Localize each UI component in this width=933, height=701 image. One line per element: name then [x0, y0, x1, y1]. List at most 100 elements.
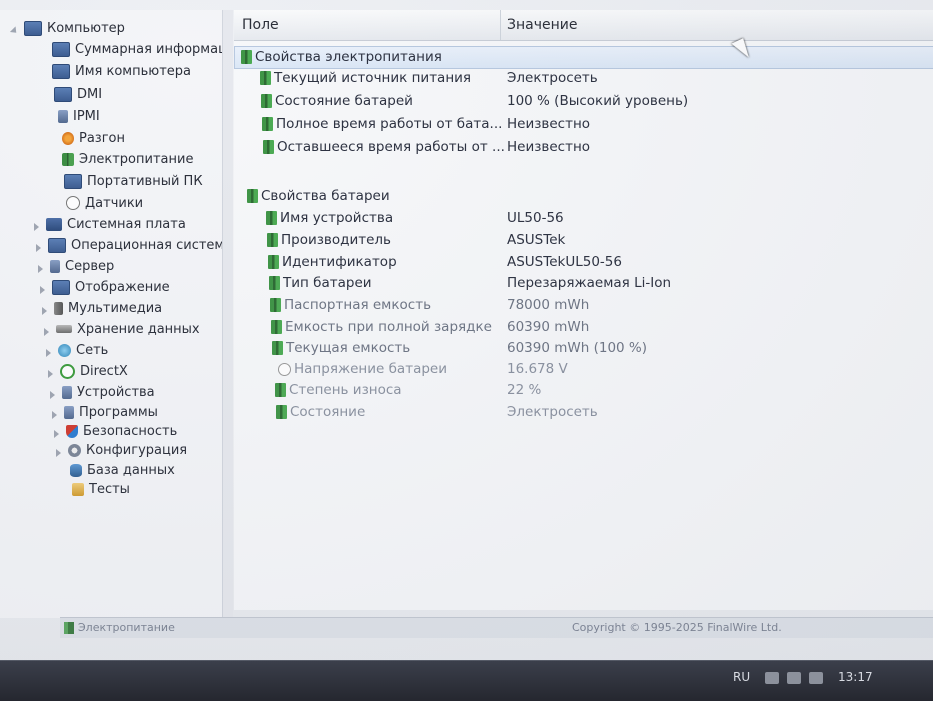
grid-row-design-capacity[interactable]: Паспортная емкость 78000 mWh	[234, 295, 933, 316]
grid-row-full-charge-capacity[interactable]: Емкость при полной зарядке 60390 mWh	[234, 317, 933, 338]
battery-icon	[269, 276, 280, 290]
monitor-icon	[54, 86, 72, 102]
database-icon	[70, 463, 82, 477]
grid-row-remaining-runtime[interactable]: Оставшееся время работы от ... Неизвестн…	[234, 137, 933, 158]
voltage-gauge-icon	[278, 362, 291, 376]
tree-item-portable-pc[interactable]: Портативный ПК	[64, 172, 203, 190]
tree-expand-icon[interactable]	[34, 223, 39, 231]
tree-expand-icon[interactable]	[40, 286, 45, 294]
storage-icon	[56, 325, 72, 333]
tree-item-directx[interactable]: DirectX	[60, 362, 128, 380]
navigation-tree: Компьютер Суммарная информац Имя компьют…	[0, 10, 233, 618]
grid-row-state[interactable]: Состояние Электросеть	[234, 402, 933, 423]
taskbar: RU 13:17	[0, 660, 933, 701]
pc-icon	[58, 109, 68, 123]
battery-icon	[241, 50, 252, 64]
battery-icon	[260, 71, 271, 85]
directx-icon	[60, 363, 75, 379]
grid-row-identifier[interactable]: Идентификатор ASUSTekUL50-56	[234, 252, 933, 273]
battery-icon	[266, 211, 277, 225]
grid-row-power-source[interactable]: Текущий источник питания Электросеть	[234, 68, 933, 89]
tree-expand-icon[interactable]	[44, 328, 49, 336]
tree-item-overclock[interactable]: Разгон	[62, 129, 125, 147]
security-icon	[66, 424, 78, 438]
tray-icon[interactable]	[765, 672, 779, 684]
tree-item-configuration[interactable]: Конфигурация	[68, 441, 187, 459]
column-header-value[interactable]: Значение	[507, 17, 577, 33]
tree-item-devices[interactable]: Устройства	[62, 383, 155, 401]
tree-expand-icon[interactable]	[54, 430, 59, 438]
grid-row-wear-level[interactable]: Степень износа 22 %	[234, 380, 933, 401]
tree-item-multimedia[interactable]: Мультимедиа	[54, 299, 162, 317]
battery-icon	[276, 405, 287, 419]
server-icon	[50, 259, 60, 273]
grid-row-manufacturer[interactable]: Производитель ASUSTek	[234, 230, 933, 251]
tree-expand-icon[interactable]	[50, 391, 55, 399]
tree-item-computer[interactable]: Компьютер	[24, 19, 125, 37]
status-bar: Электропитание Copyright © 1995-2025 Fin…	[60, 617, 933, 638]
tree-item-security[interactable]: Безопасность	[66, 422, 177, 440]
os-icon	[48, 237, 66, 253]
battery-icon	[62, 152, 74, 166]
tree-item-os[interactable]: Операционная система	[48, 236, 232, 254]
battery-icon	[268, 255, 279, 269]
overclock-icon	[62, 131, 74, 145]
column-divider[interactable]	[500, 10, 501, 40]
battery-icon	[263, 140, 274, 154]
tray-icon[interactable]	[809, 672, 823, 684]
tree-item-programs[interactable]: Программы	[64, 403, 158, 421]
app-window: Компьютер Суммарная информац Имя компьют…	[0, 0, 933, 660]
battery-icon	[247, 189, 258, 203]
tree-item-summary[interactable]: Суммарная информац	[52, 40, 227, 58]
clock[interactable]: 13:17	[838, 670, 873, 684]
grid-row-full-runtime[interactable]: Полное время работы от бата... Неизвестн…	[234, 114, 933, 135]
tree-expand-icon[interactable]	[42, 307, 47, 315]
tree-item-power[interactable]: Электропитание	[62, 150, 193, 168]
language-indicator[interactable]: RU	[733, 670, 750, 684]
battery-icon	[267, 233, 278, 247]
tree-item-dmi[interactable]: DMI	[54, 85, 102, 103]
tree-item-display[interactable]: Отображение	[52, 278, 170, 296]
tree-expand-icon[interactable]	[46, 349, 51, 357]
tree-item-storage[interactable]: Хранение данных	[56, 320, 200, 338]
grid-row-current-capacity[interactable]: Текущая емкость 60390 mWh (100 %)	[234, 338, 933, 359]
grid-row-power-properties[interactable]: Свойства электропитания	[234, 46, 933, 69]
tray-icon[interactable]	[787, 672, 801, 684]
multimedia-icon	[54, 301, 63, 315]
display-icon	[52, 279, 70, 295]
tree-item-motherboard[interactable]: Системная плата	[46, 215, 186, 233]
monitor-icon	[64, 173, 82, 189]
column-header-field[interactable]: Поле	[242, 17, 279, 33]
tree-expand-icon[interactable]	[36, 244, 41, 252]
status-left: Электропитание	[64, 621, 175, 634]
tree-expand-icon[interactable]	[38, 265, 43, 273]
gauge-icon	[66, 196, 80, 210]
programs-icon	[64, 405, 74, 419]
battery-icon	[272, 341, 283, 355]
grid-row-battery-type[interactable]: Тип батареи Перезаряжаемая Li-Ion	[234, 273, 933, 294]
tree-item-ipmi[interactable]: IPMI	[58, 107, 100, 125]
tree-item-database[interactable]: База данных	[70, 461, 175, 479]
property-grid: Поле Значение Свойства электропитания Те…	[234, 10, 933, 610]
grid-row-battery-status[interactable]: Состояние батарей 100 % (Высокий уровень…	[234, 91, 933, 112]
battery-icon	[261, 94, 272, 108]
battery-icon	[64, 621, 74, 634]
tree-item-tests[interactable]: Тесты	[72, 480, 130, 498]
tree-item-computer-name[interactable]: Имя компьютера	[52, 62, 191, 80]
grid-row-device-name[interactable]: Имя устройства UL50-56	[234, 208, 933, 229]
tree-collapse-icon[interactable]	[9, 26, 20, 36]
configuration-icon	[68, 443, 81, 457]
tree-scrollbar[interactable]	[222, 10, 233, 618]
tree-expand-icon[interactable]	[48, 370, 53, 378]
grid-header: Поле Значение	[234, 10, 933, 41]
monitor-icon	[52, 41, 70, 57]
motherboard-icon	[46, 217, 62, 231]
tree-item-network[interactable]: Сеть	[58, 341, 108, 359]
tree-item-server[interactable]: Сервер	[50, 257, 114, 275]
grid-row-battery-properties[interactable]: Свойства батареи	[234, 186, 933, 207]
grid-row-battery-voltage[interactable]: Напряжение батареи 16.678 V	[234, 359, 933, 380]
tree-item-sensors[interactable]: Датчики	[66, 194, 143, 212]
devices-icon	[62, 385, 72, 399]
tree-expand-icon[interactable]	[56, 449, 61, 457]
tree-expand-icon[interactable]	[52, 411, 57, 419]
